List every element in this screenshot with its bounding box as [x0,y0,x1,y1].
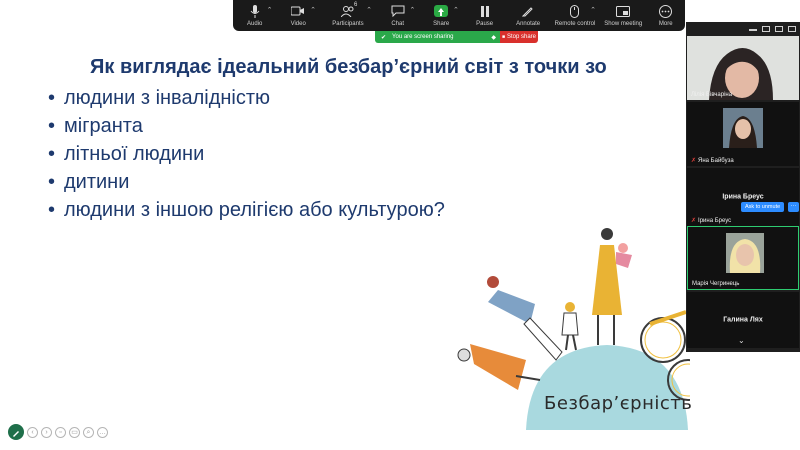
participant-name: Марія Чегринець [692,281,740,287]
mouse-icon [567,4,583,18]
share-screen-icon [433,4,449,18]
zoom-icon[interactable]: ⌕ [83,426,94,438]
bullet-item: • дитини [48,171,130,193]
remote-control-button[interactable]: Remote control ⌃ [550,0,600,31]
show-meeting-icon [615,4,631,18]
share-label: Share [433,21,450,27]
bullet-text: людини з інвалідністю [64,87,271,109]
more-button[interactable]: More [646,0,685,31]
share-button[interactable]: Share ⌃ [419,0,462,31]
bullet-text: літньої людини [64,143,205,165]
sharing-status: ✔ You are screen sharing ◆ [375,31,500,43]
chevron-up-icon[interactable]: ⌃ [410,6,416,14]
mic-off-icon: ✗ [691,158,697,164]
next-icon[interactable]: › [41,426,52,438]
chevron-up-icon[interactable]: ⌃ [267,6,273,14]
stop-icon: ■ [501,34,505,40]
more-label: More [658,21,673,27]
bullet-text: дитини [64,171,130,193]
chevron-up-icon[interactable]: ⌃ [453,6,459,14]
ask-to-unmute-button[interactable]: Ask to unmute [741,202,785,212]
slide-title: Як виглядає ідеальний безбар’єрний світ … [90,56,607,78]
avatar [723,108,763,148]
bullet-item: • мігранта [48,115,143,137]
chevron-up-icon[interactable]: ⌃ [310,6,316,14]
microphone-icon [247,4,263,18]
annotate-label: Annotate [516,21,541,27]
slides-icon[interactable]: ▫ [55,426,66,438]
stop-share-label: Stop share [507,34,537,40]
participants-label: Participants [332,21,364,27]
more-options-button[interactable]: ··· [788,202,799,212]
chevron-down-icon[interactable]: ⌄ [738,336,745,345]
meeting-toolbar: Audio ⌃ Video ⌃ 6 Participants ⌃ Chat ⌃ … [233,0,685,31]
window-icon[interactable] [775,26,783,32]
bullet-item: • людини з інвалідністю [48,87,271,109]
pause-button[interactable]: Pause [463,0,506,31]
bullet-item: • літньої людини [48,143,205,165]
show-meeting-button[interactable]: Show meeting [600,0,646,31]
sharing-status-text: You are screen sharing [392,34,454,40]
pen-icon[interactable] [8,424,24,440]
chat-button[interactable]: Chat ⌃ [376,0,419,31]
bullet-list: • людини з інвалідністю • мігранта • літньо… [48,84,445,224]
previous-icon[interactable]: ‹ [27,426,38,438]
copy-icon[interactable]: ▭ [69,426,80,438]
participant-panel: Лілія Вівчаріна ✗ Яна Байбуза Ірина Бреус… [686,22,800,352]
mic-off-icon: ✗ [691,218,697,224]
video-button[interactable]: Video ⌃ [276,0,319,31]
participant-tile[interactable]: Марія Чегринець [687,226,799,290]
video-label: Video [290,21,306,27]
remote-control-label: Remote control [554,21,596,27]
maximize-icon[interactable] [788,26,796,32]
more-icon[interactable]: … [97,426,108,438]
view-icon[interactable] [762,26,770,32]
audio-button[interactable]: Audio ⌃ [233,0,276,31]
participant-tile[interactable]: Лілія Вівчаріна [687,36,799,100]
bullet-text: мігранта [64,115,143,137]
chevron-up-icon[interactable]: ⌃ [366,6,372,14]
show-meeting-label: Show meeting [604,21,643,27]
pencil-icon [520,4,536,18]
participant-name: Ірина Бреус [722,193,764,201]
audio-label: Audio [247,21,263,27]
signal-icon: ✔ [381,34,387,41]
participant-label-row: ✗ Ірина Бреус [687,212,799,226]
pause-icon [477,4,493,18]
participant-tile[interactable]: ✗ Яна Байбуза [687,102,799,166]
shield-icon: ◆ [491,34,496,41]
annotate-button[interactable]: Annotate [506,0,549,31]
panel-header [686,22,800,36]
screen-sharing-bar: ✔ You are screen sharing ◆ ■ Stop share [375,31,538,43]
minimize-icon[interactable] [749,27,757,31]
participant-name: Лілія Вівчаріна [691,92,733,98]
bullet-item: • людини з іншою релігією або культурою? [48,199,445,221]
participants-count: 6 [353,2,358,8]
participant-name: ✗ Яна Байбуза [691,158,734,164]
camera-icon [290,4,306,18]
avatar [726,233,764,273]
annotation-toolbar: ‹ › ▫ ▭ ⌕ … [8,424,108,440]
participant-name: Галина Лях [723,316,763,324]
stop-share-button[interactable]: ■ Stop share [500,31,538,43]
bullet-text: людини з іншою релігією або культурою? [64,199,445,221]
participants-button[interactable]: 6 Participants ⌃ [320,0,376,31]
chat-icon [390,4,406,18]
pause-label: Pause [476,21,494,27]
chat-label: Chat [391,21,405,27]
chevron-up-icon[interactable]: ⌃ [590,6,596,14]
participant-name: ✗ Ірина Бреус [691,218,732,224]
logo-text: Безбар’єрність [544,393,693,414]
participant-video [687,36,799,100]
more-icon [658,4,674,18]
